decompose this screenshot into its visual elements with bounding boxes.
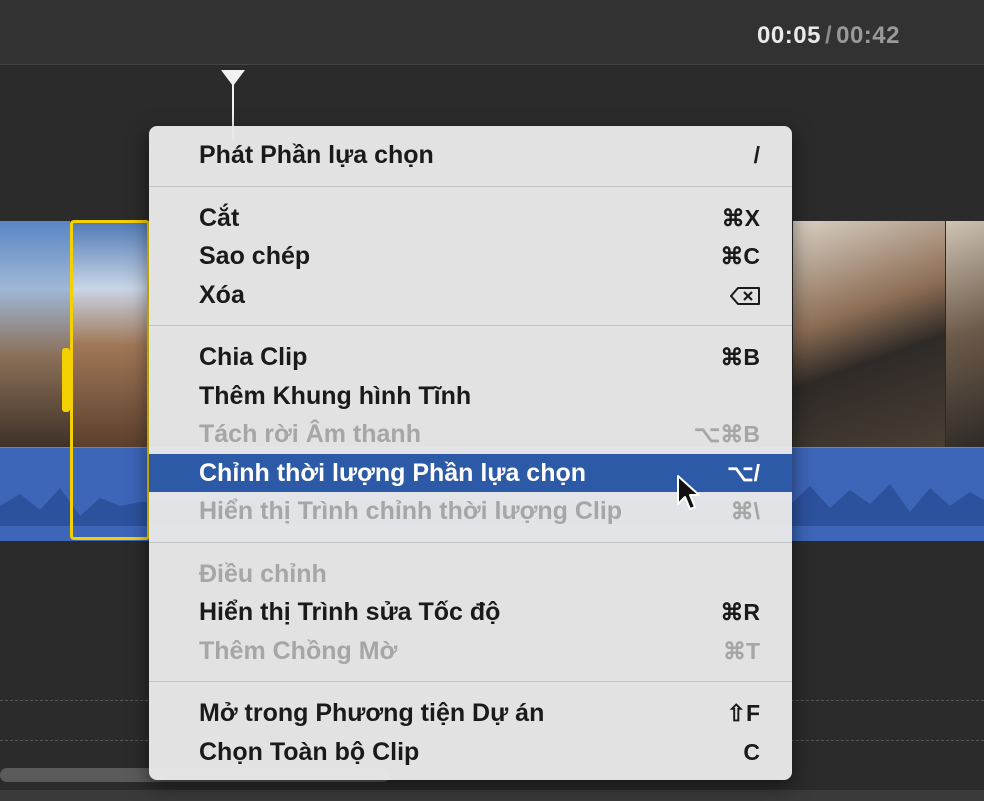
menu-item-label: Xóa [199,280,245,309]
menu-item-add-cross-dissolve: Thêm Chồng Mờ ⌘T [149,632,792,671]
clip-thumbnail[interactable] [793,221,945,447]
menu-item-shortcut: / [753,142,760,168]
menu-item-reveal-in-project-media[interactable]: Mở trong Phương tiện Dự án ⇧F [149,694,792,733]
menu-item-shortcut: ⌥/ [727,459,760,486]
menu-item-shortcut [730,276,760,315]
menu-item-shortcut: ⌘\ [730,498,760,524]
timecode-display: 00:05/00:42 [757,22,900,50]
menu-item-label: Thêm Khung hình Tĩnh [199,381,472,410]
viewer-toolbar: 00:05/00:42 [0,0,984,65]
menu-item-shortcut: C [743,738,760,765]
menu-item-show-speed-editor[interactable]: Hiển thị Trình sửa Tốc độ ⌘R [149,593,792,632]
menu-item-label: Thêm Chồng Mờ [199,636,398,665]
menu-item-play-selection[interactable]: Phát Phần lựa chọn / [149,136,792,175]
timecode-separator: / [824,22,833,49]
clip-thumbnail[interactable] [946,221,984,447]
menu-item-shortcut: ⌘T [722,637,760,664]
menu-item-shortcut: ⌘C [720,243,760,269]
trim-handle[interactable] [62,348,70,412]
menu-item-shortcut: ⇧F [726,700,760,726]
menu-item-shortcut: ⌘B [720,344,760,370]
menu-item-label: Hiển thị Trình sửa Tốc độ [199,598,501,626]
menu-item-adjust: Điều chỉnh [149,555,792,594]
menu-item-label: Tách rời Âm thanh [199,420,421,448]
menu-item-select-entire-clip[interactable]: Chọn Toàn bộ Clip C [149,733,792,772]
menu-item-detach-audio: Tách rời Âm thanh ⌥⌘B [149,415,792,454]
menu-item-label: Mở trong Phương tiện Dự án [199,699,545,727]
menu-separator [149,541,792,543]
menu-item-delete[interactable]: Xóa [149,276,792,315]
clip-thumbnail[interactable] [0,221,70,447]
mouse-cursor-icon [677,475,700,510]
menu-item-add-freeze-frame[interactable]: Thêm Khung hình Tĩnh [149,377,792,416]
total-duration: 00:42 [836,22,900,49]
current-time: 00:05 [757,22,821,49]
menu-item-shortcut: ⌘R [720,599,760,625]
menu-item-label: Điều chỉnh [199,559,327,588]
delete-key-icon [730,287,760,306]
menu-item-label: Cắt [199,203,240,232]
bottom-bar [0,790,984,801]
menu-item-label: Chỉnh thời lượng Phần lựa chọn [199,458,587,487]
menu-item-label: Chia Clip [199,343,308,371]
menu-item-label: Sao chép [199,242,311,270]
menu-item-cut[interactable]: Cắt ⌘X [149,199,792,238]
menu-item-split-clip[interactable]: Chia Clip ⌘B [149,338,792,377]
menu-item-shortcut: ⌥⌘B [693,421,760,447]
clip-selection-outline[interactable] [70,220,150,540]
menu-item-label: Hiển thị Trình chỉnh thời lượng Clip [199,497,623,525]
menu-separator [149,681,792,682]
menu-separator [149,185,792,187]
menu-item-label: Chọn Toàn bộ Clip [199,737,420,766]
menu-item-label: Phát Phần lựa chọn [199,141,434,169]
menu-item-copy[interactable]: Sao chép ⌘C [149,237,792,276]
context-menu[interactable]: Phát Phần lựa chọn / Cắt ⌘X Sao chép ⌘C … [149,126,792,780]
menu-separator [149,325,792,326]
menu-item-shortcut: ⌘X [721,204,760,231]
